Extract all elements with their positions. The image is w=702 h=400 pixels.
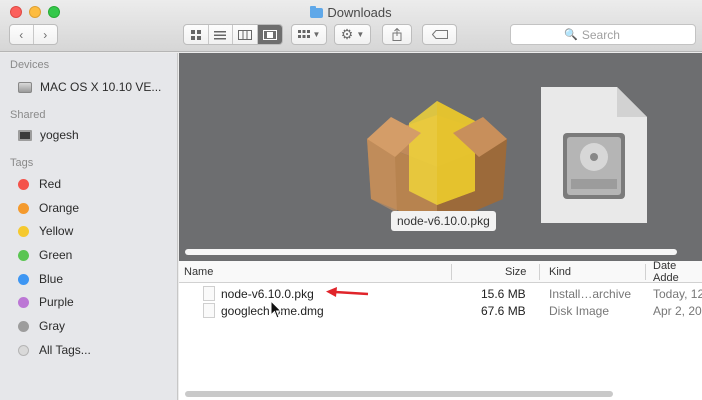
file-kind: Disk Image (549, 303, 610, 318)
sidebar-heading-shared: Shared (10, 109, 46, 121)
table-row[interactable]: node-v6.10.0.pkg 15.6 MB Install…archive… (179, 285, 702, 302)
tag-color-icon (18, 320, 29, 332)
list-header: Name Size Kind Date Adde (179, 260, 702, 284)
window-toolbar: Downloads ‹ › ▼ ⚙ ▼ 🔍 (0, 0, 702, 52)
icon-view-icon (190, 29, 201, 40)
sidebar-tag-purple[interactable]: Purple (0, 291, 178, 313)
file-date-added: Apr 2, 20 (653, 303, 702, 318)
tag-color-icon (18, 249, 29, 261)
chevron-down-icon: ▼ (312, 30, 321, 39)
file-size: 15.6 MB (481, 286, 526, 301)
back-forward-control: ‹ › (9, 24, 58, 45)
icon-view-button[interactable] (184, 25, 209, 44)
back-button[interactable]: ‹ (10, 25, 34, 44)
sidebar-item-macos-disk[interactable]: MAC OS X 10.10 VE... (0, 76, 178, 98)
list-view-button[interactable] (209, 25, 233, 44)
sidebar: Devices MAC OS X 10.10 VE... Shared yoge… (0, 53, 178, 400)
column-divider[interactable] (645, 264, 646, 280)
sidebar-item-yogesh[interactable]: yogesh (0, 124, 178, 146)
sidebar-heading-tags: Tags (10, 157, 34, 169)
sidebar-item-label: All Tags... (39, 343, 91, 357)
tag-color-icon (18, 202, 29, 214)
column-header-size[interactable]: Size (505, 261, 526, 283)
search-input[interactable] (581, 27, 642, 42)
search-icon: 🔍 (564, 29, 578, 41)
tag-color-icon (18, 225, 29, 237)
sidebar-tag-green[interactable]: Green (0, 244, 178, 266)
file-list: Name Size Kind Date Adde node-v6.10.0.pk… (179, 260, 702, 400)
hard-disk-icon (18, 81, 32, 93)
chevron-down-icon: ▼ (356, 30, 365, 39)
file-name: node-v6.10.0.pkg (221, 286, 314, 301)
file-icon (203, 286, 215, 301)
cover-flow-button[interactable] (257, 25, 282, 44)
file-size: 67.6 MB (481, 303, 526, 318)
column-header-name[interactable]: Name (184, 261, 213, 283)
file-kind: Install…archive (549, 286, 632, 301)
column-view-button[interactable] (233, 25, 258, 44)
disk-image-icon[interactable] (539, 87, 649, 223)
arrange-button[interactable]: ▼ (291, 24, 327, 45)
sidebar-item-label: Yellow (39, 224, 74, 238)
arrange-grid-icon (297, 29, 310, 38)
folder-icon (310, 6, 324, 18)
forward-button[interactable]: › (34, 25, 57, 44)
sidebar-item-label: Gray (39, 319, 66, 333)
gear-icon: ⚙ (340, 26, 354, 42)
list-horizontal-scrollbar[interactable] (185, 391, 613, 397)
table-row[interactable]: googlechrome.dmg 67.6 MB Disk Image Apr … (179, 302, 702, 319)
sidebar-item-label: Red (39, 177, 62, 191)
search-field[interactable]: 🔍 (510, 24, 696, 45)
sidebar-tag-red[interactable]: Red (0, 173, 178, 195)
share-button[interactable] (382, 24, 412, 45)
action-button[interactable]: ⚙ ▼ (334, 24, 371, 45)
file-icon (203, 303, 215, 318)
all-tags-icon (18, 344, 29, 356)
column-divider[interactable] (451, 264, 452, 280)
sidebar-item-label: yogesh (40, 128, 79, 142)
sidebar-tag-blue[interactable]: Blue (0, 268, 178, 290)
sidebar-item-label: Purple (39, 295, 74, 309)
column-header-date-added[interactable]: Date Adde (653, 260, 702, 284)
cover-flow-scrollbar[interactable] (185, 249, 677, 255)
mouse-cursor-icon (270, 300, 283, 319)
list-view-icon (214, 30, 227, 39)
sidebar-item-label: Green (39, 248, 73, 262)
sidebar-all-tags[interactable]: All Tags... (0, 339, 178, 361)
tag-color-icon (18, 296, 29, 308)
sidebar-tag-gray[interactable]: Gray (0, 315, 178, 337)
edit-tags-button[interactable] (422, 24, 457, 45)
tag-icon (431, 30, 448, 39)
column-divider[interactable] (539, 264, 540, 280)
column-view-icon (237, 29, 252, 40)
sidebar-heading-devices: Devices (10, 59, 50, 71)
sidebar-item-label: Orange (39, 201, 80, 215)
sidebar-tag-yellow[interactable]: Yellow (0, 220, 178, 242)
cover-flow-icon (262, 29, 277, 40)
computer-icon (18, 129, 32, 141)
column-header-kind[interactable]: Kind (549, 261, 571, 283)
window-title: Downloads (0, 5, 702, 20)
file-date-added: Today, 12 (653, 286, 702, 301)
sidebar-tag-orange[interactable]: Orange (0, 197, 178, 219)
view-mode-control (183, 24, 283, 45)
preview-filename-label: node-v6.10.0.pkg (391, 211, 496, 231)
tag-color-icon (18, 178, 29, 190)
annotation-arrow-icon (326, 287, 369, 297)
package-icon[interactable] (357, 87, 517, 227)
sidebar-item-label: MAC OS X 10.10 VE... (40, 80, 162, 94)
cover-flow-preview: node-v6.10.0.pkg (179, 53, 702, 261)
chevron-left-icon: ‹ (19, 27, 24, 42)
chevron-right-icon: › (43, 27, 48, 42)
window-title-text: Downloads (327, 5, 392, 20)
tag-color-icon (18, 273, 29, 285)
share-icon (392, 28, 402, 41)
sidebar-item-label: Blue (39, 272, 64, 286)
